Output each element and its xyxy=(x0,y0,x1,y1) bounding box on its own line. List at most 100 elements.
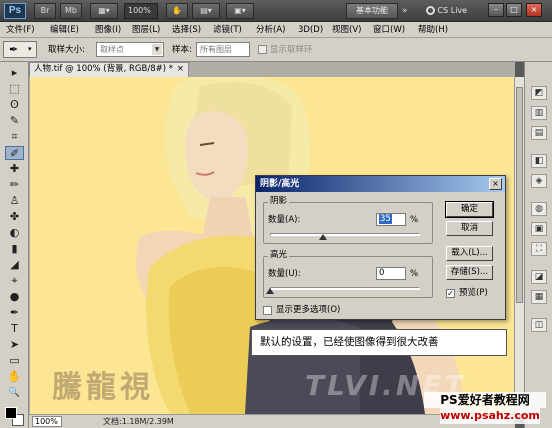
site-url-watermark: www.psahz.com xyxy=(440,408,540,424)
highlights-group-label: 高光 xyxy=(268,250,290,261)
menu-window[interactable]: 窗口(W) xyxy=(373,24,405,36)
sponge-tool-icon[interactable]: ● xyxy=(5,290,24,304)
zoom-level-field[interactable]: 100% xyxy=(32,416,62,427)
brush-tool-icon[interactable]: ✏ xyxy=(5,178,24,192)
minimize-button[interactable]: – xyxy=(488,3,504,17)
photoshop-logo: Ps xyxy=(4,3,26,19)
swatches-panel-icon[interactable]: ▥ xyxy=(531,106,547,120)
menu-select[interactable]: 选择(S) xyxy=(172,24,201,36)
dialog-titlebar[interactable]: 阴影/高光 × xyxy=(256,176,505,192)
shadows-amount-label: 数量(A): xyxy=(268,215,301,225)
healing-brush-tool-icon[interactable]: ✚ xyxy=(5,162,24,176)
view-extras-button[interactable]: ▦▾ xyxy=(90,3,118,19)
minibridge-button[interactable]: Mb xyxy=(60,3,82,19)
show-more-options-checkbox[interactable] xyxy=(263,306,272,315)
masks-panel-icon[interactable]: ◈ xyxy=(531,174,547,188)
scrollbar-thumb[interactable] xyxy=(516,87,523,303)
preview-label: 预览(P) xyxy=(459,288,488,298)
menu-bar: 文件(F) 编辑(E) 图像(I) 图层(L) 选择(S) 滤镜(T) 分析(A… xyxy=(0,22,552,38)
color-panel-icon[interactable]: ◩ xyxy=(531,86,547,100)
foreground-color-swatch[interactable] xyxy=(5,407,17,419)
menu-analysis[interactable]: 分析(A) xyxy=(256,24,285,36)
shadows-slider-track[interactable] xyxy=(270,233,420,236)
menu-help[interactable]: 帮助(H) xyxy=(418,24,448,36)
close-tab-icon[interactable]: × xyxy=(177,63,184,76)
channels-panel-icon[interactable]: ▣ xyxy=(531,222,547,236)
workspace-expand-icon[interactable]: » xyxy=(402,6,408,16)
menu-image[interactable]: 图像(I) xyxy=(95,24,121,36)
clone-stamp-tool-icon[interactable]: ♙ xyxy=(5,194,24,208)
document-tab[interactable]: 人物.tif @ 100% (背景, RGB/8#) * × xyxy=(29,62,189,77)
options-bar: ✒ ▾ 取样大小: 取样点 ▼ 样本: 所有图层 显示取样环 xyxy=(0,38,552,62)
cs-live-icon xyxy=(426,6,435,15)
preview-checkbox[interactable]: ✓ xyxy=(446,289,455,298)
menu-3d[interactable]: 3D(D) xyxy=(298,24,323,36)
hand-tool-icon[interactable]: ✋ xyxy=(5,370,24,384)
dodge-tool-icon[interactable]: ⌖ xyxy=(5,274,24,288)
menu-file[interactable]: 文件(F) xyxy=(6,24,35,36)
load-button[interactable]: 载入(L)... xyxy=(446,246,493,261)
arrange-documents-button[interactable]: ▤▾ xyxy=(192,3,220,19)
shadows-highlights-dialog: 阴影/高光 × 阴影 数量(A): 35 % 高光 数量(U): 0 % 显示更… xyxy=(255,175,506,320)
workspace-button[interactable]: 基本功能 xyxy=(346,3,398,19)
eyedropper-icon: ✒ xyxy=(9,43,19,56)
application-bar: Ps Br Mb ▦▾ 100% ✋ ▤▾ ▣▾ 基本功能 » CS Live … xyxy=(0,0,552,22)
bridge-button[interactable]: Br xyxy=(34,3,56,19)
zoom-tool-icon[interactable]: 🔍 xyxy=(5,386,24,400)
path-selection-tool-icon[interactable]: ➤ xyxy=(5,338,24,352)
styles-panel-icon[interactable]: ▤ xyxy=(531,126,547,140)
layers-panel-icon[interactable]: ◍ xyxy=(531,202,547,216)
highlights-amount-input[interactable]: 0 xyxy=(376,267,406,280)
lasso-tool-icon[interactable]: ʘ xyxy=(5,98,24,112)
sample-size-select[interactable]: 取样点 ▼ xyxy=(96,42,164,57)
history-panel-icon[interactable]: ◪ xyxy=(531,270,547,284)
history-brush-tool-icon[interactable]: ✤ xyxy=(5,210,24,224)
close-button[interactable]: × xyxy=(526,3,542,17)
watermark-text-left: 騰龍視 xyxy=(52,370,154,405)
paths-panel-icon[interactable]: ⛶ xyxy=(531,242,547,256)
ok-button[interactable]: 确定 xyxy=(445,201,494,218)
crop-tool-icon[interactable]: ⌗ xyxy=(5,130,24,144)
eyedropper-tool-icon[interactable]: ✐ xyxy=(5,146,24,160)
hand-tool-button[interactable]: ✋ xyxy=(166,3,188,19)
cancel-button[interactable]: 取消 xyxy=(446,221,493,236)
tool-preset-picker[interactable]: ✒ ▾ xyxy=(3,41,37,58)
panel-dock: ◩ ▥ ▤ ◧ ◈ ◍ ▣ ⛶ ◪ ▦ ◫ xyxy=(524,62,552,428)
menu-layer[interactable]: 图层(L) xyxy=(132,24,160,36)
menu-filter[interactable]: 滤镜(T) xyxy=(213,24,242,36)
show-sampling-ring-checkbox[interactable] xyxy=(258,45,267,54)
zoom-select[interactable]: 100% xyxy=(124,3,158,19)
cs-live-button[interactable]: CS Live xyxy=(426,3,470,19)
highlights-slider-track[interactable] xyxy=(270,287,420,290)
highlights-slider-thumb[interactable] xyxy=(266,288,274,294)
actions-panel-icon[interactable]: ▦ xyxy=(531,290,547,304)
adjustments-panel-icon[interactable]: ◧ xyxy=(531,154,547,168)
maximize-button[interactable]: □ xyxy=(506,3,522,17)
sample-size-label: 取样大小: xyxy=(48,45,85,55)
screen-mode-button[interactable]: ▣▾ xyxy=(226,3,254,19)
shape-tool-icon[interactable]: ▭ xyxy=(5,354,24,368)
caption-callout: 默认的设置，已经使图像得到很大改善 xyxy=(251,329,507,356)
blur-tool-icon[interactable]: ◢ xyxy=(5,258,24,272)
shadows-slider-thumb[interactable] xyxy=(318,234,327,240)
document-size-info: 文档:1.18M/2.39M xyxy=(103,417,174,426)
dialog-close-button[interactable]: × xyxy=(489,178,502,190)
vertical-scrollbar[interactable] xyxy=(514,77,524,414)
quick-selection-tool-icon[interactable]: ✎ xyxy=(5,114,24,128)
marquee-tool-icon[interactable]: ⬚ xyxy=(5,82,24,96)
toolbox: ▸ ⬚ ʘ ✎ ⌗ ✐ ✚ ✏ ♙ ✤ ◐ ▮ ◢ ⌖ ● ✒ T ➤ ▭ ✋ … xyxy=(0,62,29,428)
info-panel-icon[interactable]: ◫ xyxy=(531,318,547,332)
eraser-tool-icon[interactable]: ◐ xyxy=(5,226,24,240)
type-tool-icon[interactable]: T xyxy=(5,322,24,336)
save-button[interactable]: 存储(S)... xyxy=(446,265,493,280)
pen-tool-icon[interactable]: ✒ xyxy=(5,306,24,320)
shadows-amount-input[interactable]: 35 xyxy=(376,213,406,226)
move-tool-icon[interactable]: ▸ xyxy=(5,66,24,80)
sample-select[interactable]: 所有图层 xyxy=(196,42,250,57)
menu-view[interactable]: 视图(V) xyxy=(332,24,361,36)
chevron-down-icon: ▾ xyxy=(28,45,32,53)
menu-edit[interactable]: 编辑(E) xyxy=(50,24,79,36)
gradient-tool-icon[interactable]: ▮ xyxy=(5,242,24,256)
dialog-title: 阴影/高光 xyxy=(260,179,300,189)
sample-label: 样本: xyxy=(172,45,192,55)
